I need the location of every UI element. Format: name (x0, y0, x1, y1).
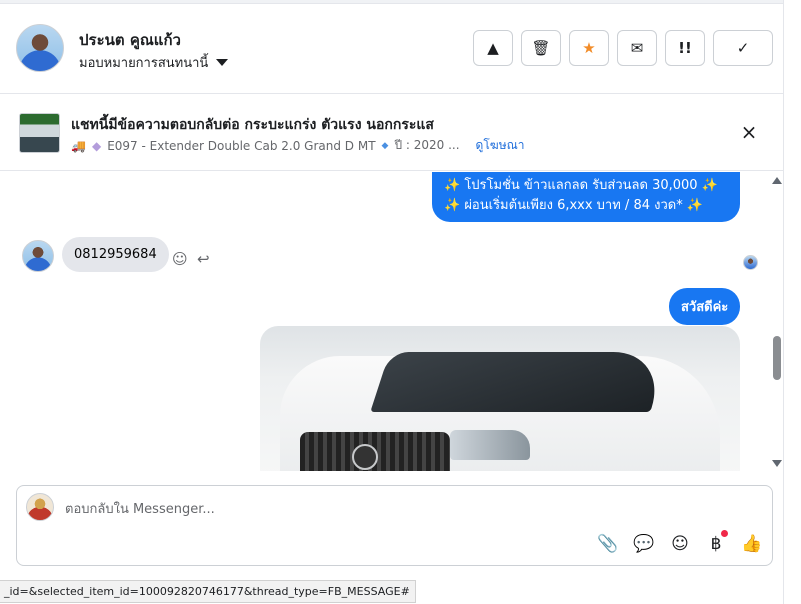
thumbs-up-icon: 👍 (741, 534, 763, 554)
ad-meta: 🚚 ◆ E097 - Extender Double Cab 2.0 Grand… (71, 136, 524, 155)
outgoing-message-promo[interactable]: ✨ โปรโมชั่น ข้าวแลกลด รับส่วนลด 30,000 ✨… (432, 172, 740, 222)
reply-arrow-icon[interactable]: ↩ (197, 250, 210, 268)
thread-header: ประนต คูณแก้ว มอบหมายการสนทนานี้ ▲ 🗑 ★ ✉… (0, 4, 783, 94)
payment-button[interactable]: ฿ (704, 530, 728, 556)
paperclip-icon: 📎 (597, 534, 619, 554)
outgoing-image-car[interactable] (260, 326, 740, 471)
car-badge-shape (352, 444, 378, 470)
diamond-icon: ◆ (381, 140, 389, 151)
message-list: ✨ โปรโมชั่น ข้าวแลกลด รับส่วนลด 30,000 ✨… (0, 172, 767, 471)
contact-avatar-small (22, 240, 54, 272)
assign-conversation-dropdown[interactable]: มอบหมายการสนทนานี้ (79, 52, 229, 73)
attach-button[interactable]: 📎 (596, 532, 620, 556)
star-button[interactable]: ★ (569, 30, 609, 66)
view-ad-link[interactable]: ดูโฆษณา (476, 136, 525, 155)
delete-button[interactable]: 🗑 (521, 30, 561, 66)
star-icon: ★ (582, 39, 596, 57)
mark-done-button[interactable]: ✓ (713, 30, 773, 66)
ad-meta-year: ปี : 2020 ... (394, 138, 460, 152)
car-window-shape (370, 352, 670, 412)
react-emoji-icon[interactable]: ☺ (172, 250, 188, 268)
warning-icon: ▲ (487, 39, 499, 57)
message-scrollbar[interactable] (767, 172, 783, 471)
outgoing-message-hello[interactable]: สวัสดีค่ะ (669, 288, 741, 325)
scrollbar-thumb[interactable] (773, 336, 781, 380)
contact-avatar[interactable] (16, 24, 64, 72)
sparkle-icon: ◆ (91, 138, 102, 153)
scroll-down-arrow-icon[interactable] (772, 460, 782, 467)
promo-line-1: ✨ โปรโมชั่น ข้าวแลกลด รับส่วนลด 30,000 ✨ (444, 178, 718, 193)
reply-input[interactable] (65, 498, 715, 520)
page-avatar (26, 493, 54, 521)
emoji-icon: ☺ (671, 534, 689, 554)
right-edge-panel (783, 0, 801, 604)
mark-important-button[interactable]: !! (665, 30, 705, 66)
caret-down-icon (216, 59, 229, 66)
status-url-bar: _id=&selected_item_id=100092820746177&th… (0, 580, 416, 603)
mark-unread-button[interactable]: ✉ (617, 30, 657, 66)
baht-icon: ฿ (710, 534, 722, 554)
ad-title: แชทนี้มีข้อความตอบกลับต่อ กระบะแกร่ง ตัว… (71, 117, 434, 133)
assign-label: มอบหมายการสนทนานี้ (79, 56, 209, 71)
car-headlight-shape (450, 430, 530, 460)
ad-meta-code: E097 - Extender Double Cab 2.0 Grand D M… (107, 138, 376, 153)
ad-thumbnail[interactable] (19, 113, 60, 153)
report-button[interactable]: ▲ (473, 30, 513, 66)
contact-name[interactable]: ประนต คูณแก้ว (79, 28, 181, 52)
composer-toolbar: 📎 💬 ☺ ฿ 👍 (596, 530, 764, 556)
seen-avatar (743, 255, 758, 270)
chat-bubble-icon: 💬 (633, 534, 655, 554)
saved-replies-button[interactable]: 💬 (632, 532, 656, 556)
envelope-icon: ✉ (630, 39, 644, 57)
promo-line-2: ✨ ผ่อนเริ่มต้นเพียง 6,xxx บาท / 84 งวด* … (444, 198, 704, 213)
exclamation-icon: !! (678, 39, 692, 57)
notification-dot (721, 530, 728, 537)
like-button[interactable]: 👍 (740, 532, 764, 556)
trash-icon: 🗑 (531, 39, 551, 57)
ad-context-bar: แชทนี้มีข้อความตอบกลับต่อ กระบะแกร่ง ตัว… (0, 95, 783, 171)
incoming-message-phone[interactable]: 0812959684 (62, 237, 169, 272)
scroll-up-arrow-icon[interactable] (772, 177, 782, 184)
header-toolbar: ▲ 🗑 ★ ✉ !! ✓ (473, 30, 773, 66)
truck-icon: 🚚 (71, 138, 86, 153)
messenger-thread-pane: ประนต คูณแก้ว มอบหมายการสนทนานี้ ▲ 🗑 ★ ✉… (0, 0, 801, 604)
close-icon[interactable]: × (739, 122, 759, 142)
reply-composer: 📎 💬 ☺ ฿ 👍 (16, 485, 773, 566)
emoji-button[interactable]: ☺ (668, 532, 692, 556)
check-icon: ✓ (736, 39, 750, 57)
